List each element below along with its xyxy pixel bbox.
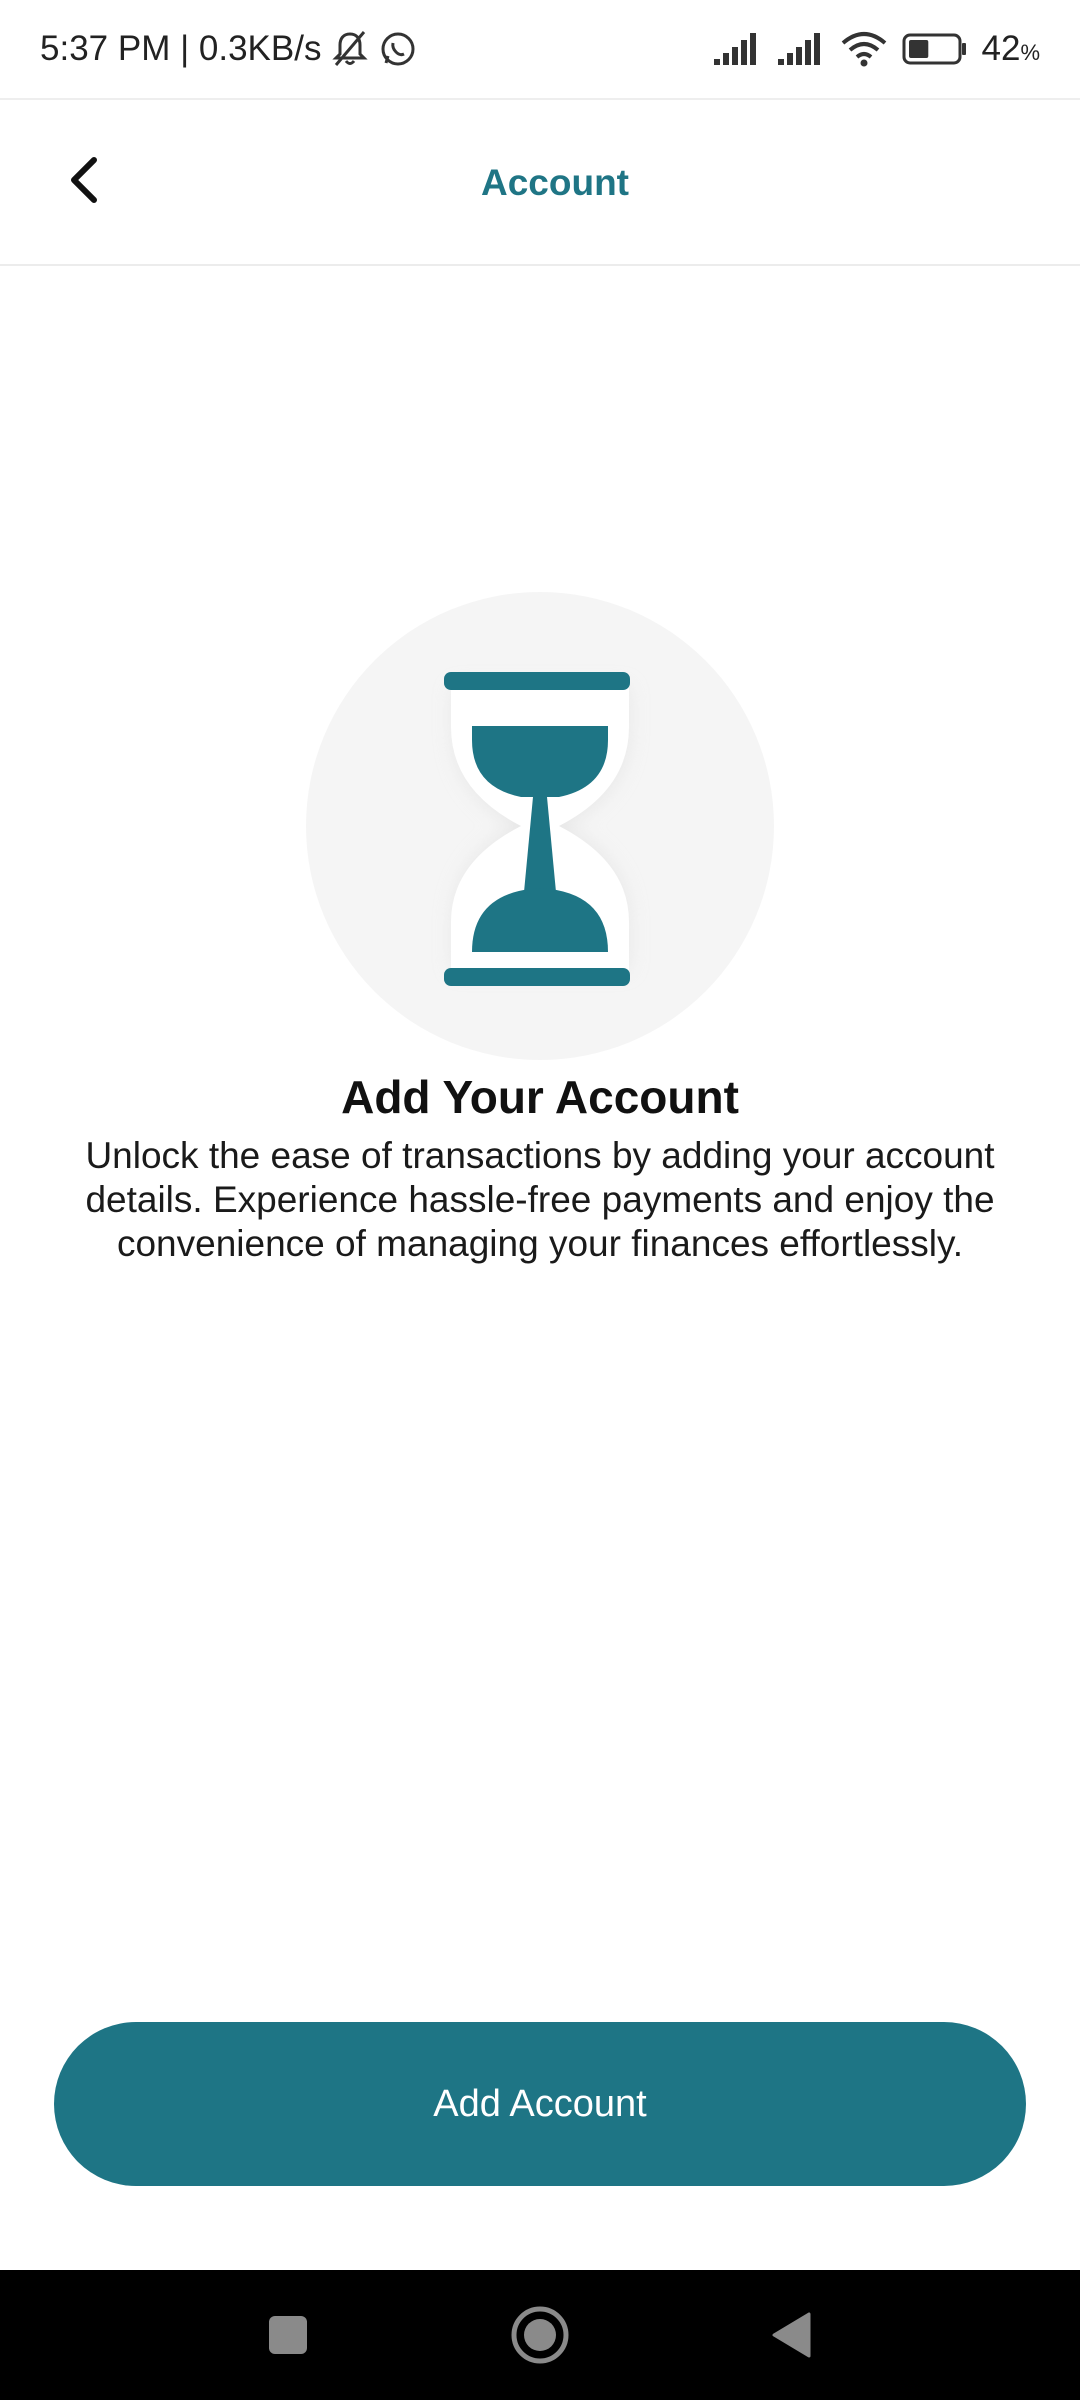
recents-button[interactable] bbox=[248, 2295, 328, 2375]
bell-off-icon bbox=[331, 29, 369, 69]
add-account-button[interactable]: Add Account bbox=[54, 2022, 1026, 2186]
status-right: 42% bbox=[712, 29, 1041, 69]
hourglass-illustration bbox=[306, 592, 774, 1060]
app-bar: Account bbox=[0, 102, 1080, 266]
status-time: 5:37 PM | 0.3KB/s bbox=[40, 29, 322, 68]
signal-icon bbox=[712, 31, 762, 67]
whatsapp-icon bbox=[379, 30, 417, 68]
status-left: 5:37 PM | 0.3KB/s bbox=[40, 29, 417, 69]
battery-percent: 42% bbox=[981, 29, 1041, 68]
home-circle-icon bbox=[511, 2306, 569, 2364]
signal-icon bbox=[776, 31, 826, 67]
recents-square-icon bbox=[269, 2316, 307, 2354]
battery-icon bbox=[902, 32, 968, 66]
navigation-bar bbox=[0, 2270, 1080, 2400]
screen: 5:37 PM | 0.3KB/s 42% Account Add Your A… bbox=[0, 0, 1080, 2400]
back-button[interactable] bbox=[44, 140, 124, 220]
status-bar: 5:37 PM | 0.3KB/s 42% bbox=[0, 0, 1080, 100]
empty-state-title: Add Your Account bbox=[341, 1071, 739, 1123]
hourglass-icon bbox=[444, 672, 630, 986]
page-title: Account bbox=[481, 162, 629, 203]
back-triangle-icon bbox=[772, 2312, 811, 2358]
battery-unit: % bbox=[1020, 40, 1040, 65]
chevron-left-icon bbox=[71, 157, 97, 203]
empty-state-description: Unlock the ease of transactions by addin… bbox=[85, 1135, 995, 1264]
back-nav-button[interactable] bbox=[752, 2295, 832, 2375]
home-button[interactable] bbox=[500, 2295, 580, 2375]
wifi-icon bbox=[840, 30, 888, 68]
